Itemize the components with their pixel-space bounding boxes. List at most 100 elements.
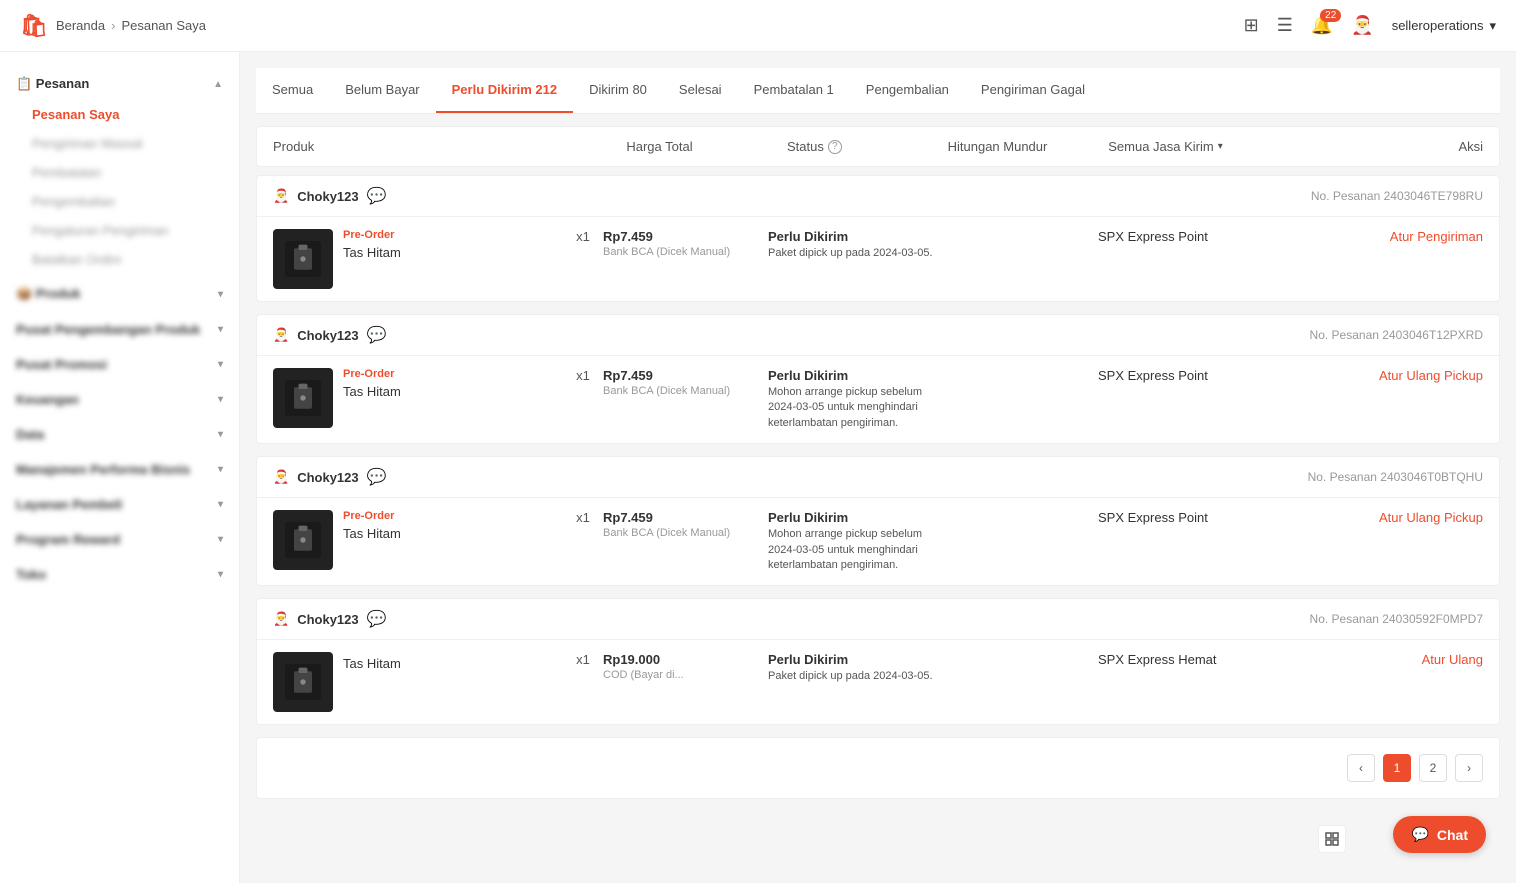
user-name-0: Choky123 (297, 189, 358, 204)
price-amount-3: Rp19.000 (603, 652, 768, 667)
qty-2: x1 (563, 510, 603, 525)
chat-float-button[interactable]: 💬 Chat (1393, 816, 1486, 853)
sidebar-section-produk-header[interactable]: 📦 Produk ▾ (0, 278, 239, 310)
sidebar-section-manajemen-header[interactable]: Manajemen Performa Bisnis ▾ (0, 454, 239, 485)
sidebar-section-pesanan: 📋 Pesanan ▲ Pesanan Saya Pengiriman Mass… (0, 68, 239, 274)
sidebar-item-pengembalian[interactable]: Pengembalian (0, 187, 239, 216)
sidebar-section-layanan-header[interactable]: Layanan Pembeli ▾ (0, 489, 239, 520)
bookmark-icon[interactable]: ☰ (1277, 15, 1293, 36)
sidebar-item-pembatalan[interactable]: Pembatalan (0, 158, 239, 187)
order-user-1: 🎅 Choky123 💬 (273, 325, 387, 345)
sidebar-section-layanan: Layanan Pembeli ▾ (0, 489, 239, 520)
pagination-page-1[interactable]: 1 (1383, 754, 1411, 782)
sort-arrow-icon: ▾ (1218, 141, 1223, 152)
breadcrumb-home[interactable]: Beranda (56, 18, 105, 33)
price-amount-1: Rp7.459 (603, 368, 768, 383)
order-row-2: Pre-Order Tas Hitam x1 Rp7.459 Bank BCA … (257, 498, 1499, 585)
order-user-0: 🎅 Choky123 💬 (273, 186, 387, 206)
product-info-1: Pre-Order Tas Hitam (333, 368, 563, 399)
sidebar-section-pusat-pengembangan-header[interactable]: Pusat Pengembangan Produk ▾ (0, 314, 239, 345)
price-method-1: Bank BCA (Dicek Manual) (603, 385, 768, 397)
status-desc-2: Mohon arrange pickup sebelum 2024-03-05 … (768, 527, 933, 573)
sidebar-item-pengaturan-pengiriman[interactable]: Pengaturan Pengiriman (0, 216, 239, 245)
chat-expand-button[interactable] (1318, 825, 1346, 853)
price-block-0: Rp7.459 Bank BCA (Dicek Manual) (603, 229, 768, 258)
sidebar-section-data-header[interactable]: Data ▾ (0, 419, 239, 450)
col-header-action: Aksi (1322, 139, 1483, 154)
apps-icon[interactable]: ⊞ (1244, 15, 1259, 36)
tab-selesai[interactable]: Selesai (663, 68, 738, 113)
col-header-shipping[interactable]: Semua Jasa Kirim ▾ (1108, 139, 1322, 154)
product-info-2: Pre-Order Tas Hitam (333, 510, 563, 541)
user-menu[interactable]: selleroperations ▾ (1392, 18, 1496, 34)
sidebar-section-pesanan-label: 📋 Pesanan (16, 76, 89, 92)
order-row-3: Tas Hitam x1 Rp19.000 COD (Bayar di... P… (257, 640, 1499, 724)
breadcrumb-separator: › (111, 18, 115, 33)
sidebar-section-manajemen: Manajemen Performa Bisnis ▾ (0, 454, 239, 485)
chat-float-icon: 💬 (1411, 826, 1428, 843)
product-image-2 (273, 510, 333, 570)
notification-icon[interactable]: 🔔 22 (1311, 15, 1333, 36)
price-method-3: COD (Bayar di... (603, 669, 768, 681)
price-block-1: Rp7.459 Bank BCA (Dicek Manual) (603, 368, 768, 397)
order-number-2: No. Pesanan 2403046T0BTQHU (1308, 470, 1483, 484)
tab-pembatalan[interactable]: Pembatalan 1 (738, 68, 850, 113)
action-block-3: Atur Ulang (1318, 652, 1483, 667)
sidebar-section-pusat-promosi-header[interactable]: Pusat Promosi ▾ (0, 349, 239, 380)
chat-icon-2[interactable]: 💬 (367, 467, 387, 487)
qty-3: x1 (563, 652, 603, 667)
status-desc-0: Paket dipick up pada 2024-03-05. (768, 246, 933, 261)
product-name-3: Tas Hitam (343, 656, 563, 671)
sidebar-section-toko-header[interactable]: Toko ▾ (0, 559, 239, 590)
price-block-2: Rp7.459 Bank BCA (Dicek Manual) (603, 510, 768, 539)
tab-pengembalian[interactable]: Pengembalian (850, 68, 965, 113)
sidebar-item-pesanan-saya[interactable]: Pesanan Saya (0, 100, 239, 129)
breadcrumb: Beranda › Pesanan Saya (56, 18, 206, 33)
pagination-prev[interactable]: ‹ (1347, 754, 1375, 782)
sidebar-section-pusat-pengembangan: Pusat Pengembangan Produk ▾ (0, 314, 239, 345)
status-block-0: Perlu Dikirim Paket dipick up pada 2024-… (768, 229, 933, 261)
table-header: Produk Harga Total Status ? Hitungan Mun… (256, 126, 1500, 167)
header-right: ⊞ ☰ 🔔 22 🎅 selleroperations ▾ (1244, 15, 1496, 36)
action-link-2[interactable]: Atur Ulang Pickup (1379, 510, 1483, 525)
action-link-1[interactable]: Atur Ulang Pickup (1379, 368, 1483, 383)
sidebar-item-pengiriman-massal[interactable]: Pengiriman Massal (0, 129, 239, 158)
chat-icon-0[interactable]: 💬 (367, 186, 387, 206)
qty-1: x1 (563, 368, 603, 383)
tab-belum-bayar[interactable]: Belum Bayar (329, 68, 435, 113)
status-label-3: Perlu Dikirim (768, 652, 933, 667)
sidebar-section-produk-label: 📦 Produk (16, 286, 81, 302)
product-info-3: Tas Hitam (333, 652, 563, 671)
order-card-2: 🎅 Choky123 💬 No. Pesanan 2403046T0BTQHU (256, 456, 1500, 586)
tab-pengiriman-gagal[interactable]: Pengiriman Gagal (965, 68, 1101, 113)
pagination-page-2[interactable]: 2 (1419, 754, 1447, 782)
tab-perlu-dikirim[interactable]: Perlu Dikirim 212 (436, 68, 574, 113)
pagination-next[interactable]: › (1455, 754, 1483, 782)
sidebar-section-toko-label: Toko (16, 567, 46, 582)
tab-dikirim[interactable]: Dikirim 80 (573, 68, 663, 113)
chat-icon-3[interactable]: 💬 (367, 609, 387, 629)
status-block-3: Perlu Dikirim Paket dipick up pada 2024-… (768, 652, 933, 684)
status-block-1: Perlu Dikirim Mohon arrange pickup sebel… (768, 368, 933, 431)
sidebar-section-layanan-label: Layanan Pembeli (16, 497, 122, 512)
action-link-0[interactable]: Atur Pengiriman (1390, 229, 1483, 244)
status-label-1: Perlu Dikirim (768, 368, 933, 383)
chevron-up-icon: ▲ (213, 79, 223, 90)
sidebar-section-pesanan-header[interactable]: 📋 Pesanan ▲ (0, 68, 239, 100)
action-link-3[interactable]: Atur Ulang (1422, 652, 1483, 667)
order-user-3: 🎅 Choky123 💬 (273, 609, 387, 629)
col-header-product: Produk (273, 139, 594, 154)
notification-badge: 22 (1320, 9, 1341, 22)
user-avatar-icon-3: 🎅 (273, 611, 289, 627)
sidebar-item-batalkan-ordini[interactable]: Batalkan Ordini (0, 245, 239, 274)
status-info-icon[interactable]: ? (828, 140, 842, 154)
sidebar-section-program-reward-header[interactable]: Program Reward ▾ (0, 524, 239, 555)
sidebar-section-keuangan-header[interactable]: Keuangan ▾ (0, 384, 239, 415)
chat-icon-1[interactable]: 💬 (367, 325, 387, 345)
username: selleroperations (1392, 18, 1484, 33)
shipping-sort-control[interactable]: Semua Jasa Kirim ▾ (1108, 139, 1322, 154)
chevron-icon-7: ▾ (218, 534, 223, 545)
shipping-block-2: SPX Express Point (1098, 510, 1318, 525)
chevron-icon-4: ▾ (218, 429, 223, 440)
tab-semua[interactable]: Semua (256, 68, 329, 113)
